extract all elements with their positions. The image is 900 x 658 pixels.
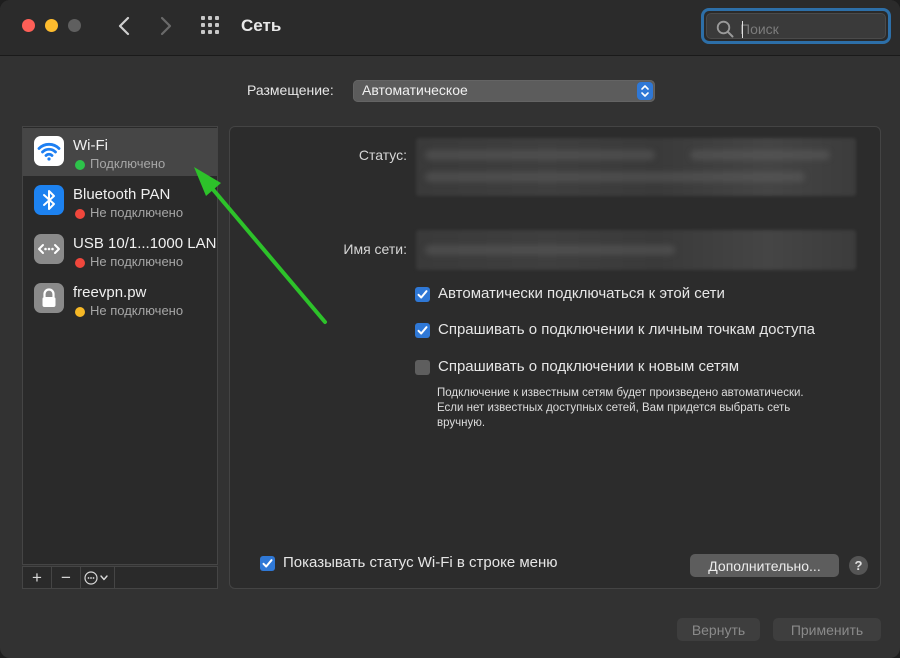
auto-join-checkbox[interactable] (415, 287, 430, 302)
service-status: Не подключено (90, 303, 184, 318)
forward-button[interactable] (155, 14, 177, 38)
lock-icon (34, 283, 64, 313)
network-preferences-window: Сеть Размещение: Автоматическое (0, 0, 900, 658)
show-wifi-status-checkbox[interactable] (260, 556, 275, 571)
service-name: USB 10/1...1000 LAN (73, 235, 217, 252)
auto-join-label: Автоматически подключаться к этой сети (438, 285, 725, 302)
revert-button[interactable]: Вернуть (677, 618, 760, 641)
search-field-inner (706, 13, 886, 40)
redaction-strip (690, 150, 830, 160)
service-item-usb-lan[interactable]: USB 10/1...1000 LAN Не подключено (23, 226, 217, 274)
search-input[interactable] (740, 18, 880, 40)
redaction-strip (425, 245, 675, 255)
titlebar: Сеть (0, 0, 900, 56)
checkmark-icon (262, 559, 273, 568)
service-actions-button[interactable] (81, 567, 115, 588)
status-dot-inactive (75, 307, 85, 317)
status-label: Статус: (358, 147, 407, 163)
service-status: Подключено (90, 156, 166, 171)
bluetooth-icon (34, 185, 64, 215)
redaction-strip (425, 172, 805, 182)
window-title: Сеть (241, 16, 282, 35)
ask-hotspot-checkbox[interactable] (415, 323, 430, 338)
service-name: freevpn.pw (73, 284, 147, 301)
chevron-left-icon (118, 16, 130, 36)
ethernet-icon (34, 234, 64, 264)
zoom-window-button[interactable] (68, 19, 81, 32)
location-value: Автоматическое (362, 82, 468, 98)
minimize-window-button[interactable] (45, 19, 58, 32)
network-name-label: Имя сети: (343, 241, 407, 257)
show-all-button[interactable] (201, 16, 223, 36)
add-service-button[interactable]: + (23, 567, 52, 588)
remove-service-button[interactable]: − (52, 567, 81, 588)
service-name: Bluetooth PAN (73, 186, 171, 203)
status-dot-disconnected (75, 209, 85, 219)
service-status: Не подключено (90, 254, 184, 269)
ellipsis-menu-icon (83, 570, 108, 585)
wifi-icon (34, 136, 64, 166)
ask-hotspot-label: Спрашивать о подключении к личным точкам… (438, 321, 815, 338)
service-status: Не подключено (90, 205, 184, 220)
help-button[interactable]: ? (849, 556, 868, 575)
search-icon (716, 20, 734, 38)
auto-join-note: Подключение к известным сетям будет прои… (437, 387, 804, 429)
status-dot-connected (75, 160, 85, 170)
checkmark-icon (417, 290, 428, 299)
service-list: Wi-Fi Подключено Bluetooth PAN Не подклю… (22, 126, 218, 565)
status-dot-disconnected (75, 258, 85, 268)
status-value-redacted (416, 138, 856, 196)
service-item-bluetooth-pan[interactable]: Bluetooth PAN Не подключено (23, 177, 217, 225)
back-button[interactable] (113, 14, 135, 38)
checkmark-icon (417, 326, 428, 335)
redaction-strip (425, 150, 655, 160)
popup-stepper-icon (637, 82, 653, 100)
service-name: Wi-Fi (73, 137, 108, 154)
service-list-toolbar: + − (22, 566, 218, 589)
location-select[interactable]: Автоматическое (353, 80, 655, 102)
location-label: Размещение: (247, 82, 334, 98)
advanced-button[interactable]: Дополнительно... (690, 554, 839, 577)
ask-new-networks-checkbox[interactable] (415, 360, 430, 375)
chevron-right-icon (160, 16, 172, 36)
service-item-wifi[interactable]: Wi-Fi Подключено (23, 128, 217, 176)
search-field[interactable] (701, 8, 891, 44)
service-item-freevpn[interactable]: freevpn.pw Не подключено (23, 275, 217, 323)
show-wifi-status-label: Показывать статус Wi-Fi в строке меню (283, 554, 558, 571)
close-window-button[interactable] (22, 19, 35, 32)
text-caret (742, 21, 743, 38)
apply-button[interactable]: Применить (773, 618, 881, 641)
ask-new-networks-label: Спрашивать о подключении к новым сетям (438, 358, 740, 375)
